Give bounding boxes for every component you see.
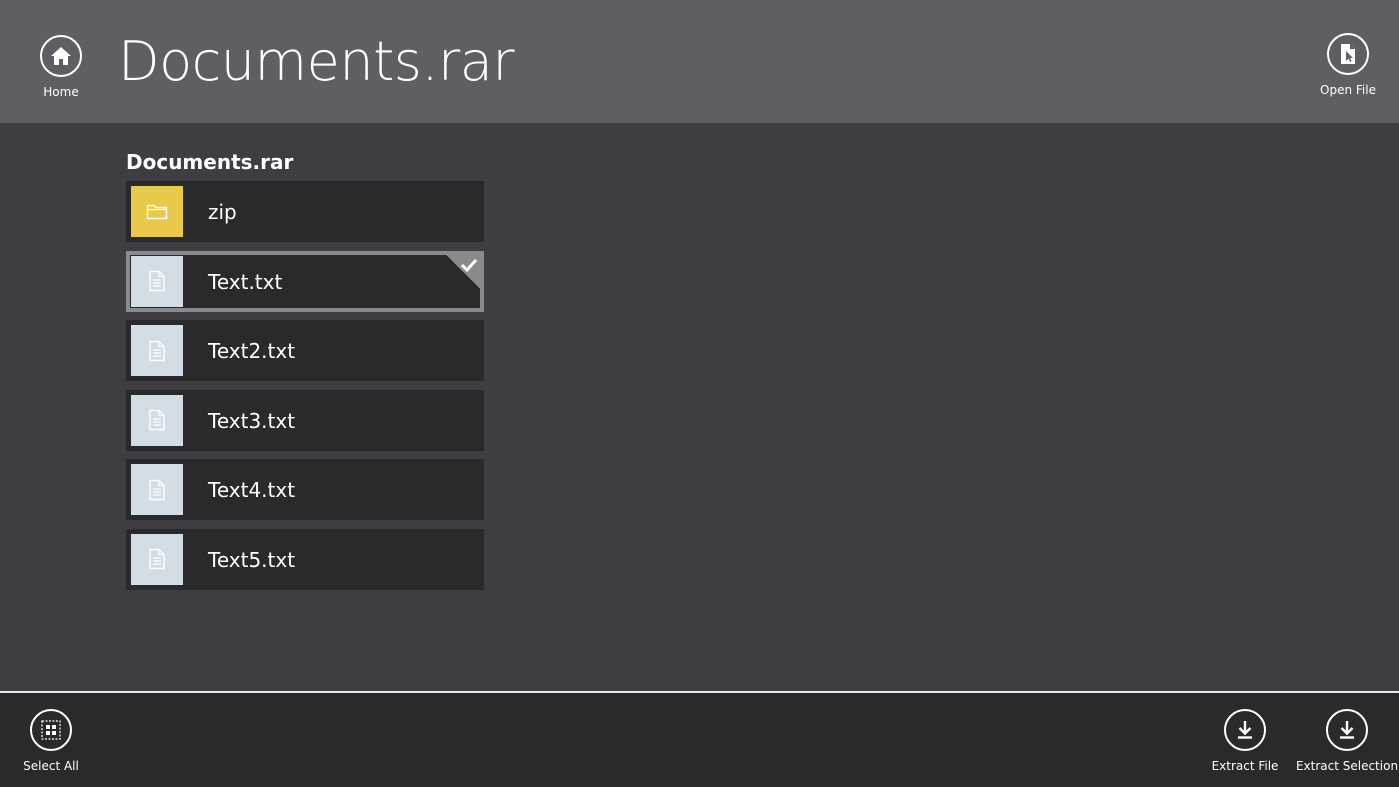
extract-selection-button[interactable]: Extract Selection (1295, 709, 1399, 773)
list-item-text5-txt[interactable]: Text5.txt (126, 528, 484, 590)
file-list: zip Text.txt Text2.txt Text3.txt Text4.t… (126, 181, 484, 598)
list-item-text3-txt[interactable]: Text3.txt (126, 389, 484, 451)
header-bar: Home Documents.rar Open File (0, 0, 1399, 123)
select-all-label: Select All (23, 759, 79, 773)
checkmark-icon (460, 258, 478, 272)
file-name: zip (208, 200, 237, 224)
document-icon (149, 409, 165, 431)
home-icon (40, 35, 82, 77)
download-icon (1224, 709, 1266, 751)
file-name: Text2.txt (208, 339, 296, 363)
document-thumb (131, 325, 183, 376)
select-all-icon (30, 709, 72, 751)
open-file-label: Open File (1320, 83, 1376, 97)
document-icon (149, 479, 165, 500)
section-title: Documents.rar (126, 150, 294, 174)
download-icon (1326, 709, 1368, 751)
file-name: Text5.txt (208, 547, 296, 572)
document-icon (149, 548, 165, 570)
selection-corner (446, 254, 480, 289)
home-label: Home (43, 85, 79, 99)
list-item-text2-txt[interactable]: Text2.txt (126, 320, 484, 381)
open-file-button[interactable]: Open File (1312, 33, 1384, 97)
document-icon (149, 270, 165, 292)
folder-icon (146, 204, 168, 219)
list-item-text4-txt[interactable]: Text4.txt (126, 459, 484, 520)
document-thumb (131, 464, 183, 515)
document-icon (149, 340, 165, 361)
file-name: Text4.txt (208, 478, 296, 502)
list-item-text-txt[interactable]: Text.txt (126, 250, 484, 312)
list-item-zip[interactable]: zip (126, 181, 484, 242)
home-button[interactable]: Home (30, 35, 92, 99)
document-thumb (131, 394, 183, 446)
extract-selection-label: Extract Selection (1295, 759, 1399, 773)
file-name: Text.txt (208, 269, 283, 294)
bottom-app-bar: Select All Extract File Extract Selectio… (0, 693, 1399, 787)
folder-thumb (131, 186, 183, 237)
open-file-icon (1327, 33, 1369, 75)
extract-file-button[interactable]: Extract File (1205, 709, 1285, 773)
select-all-button[interactable]: Select All (16, 709, 86, 773)
extract-file-label: Extract File (1211, 759, 1279, 773)
file-name: Text3.txt (208, 408, 296, 433)
document-thumb (131, 255, 183, 307)
page-title: Documents.rar (118, 30, 515, 93)
document-thumb (131, 533, 183, 585)
